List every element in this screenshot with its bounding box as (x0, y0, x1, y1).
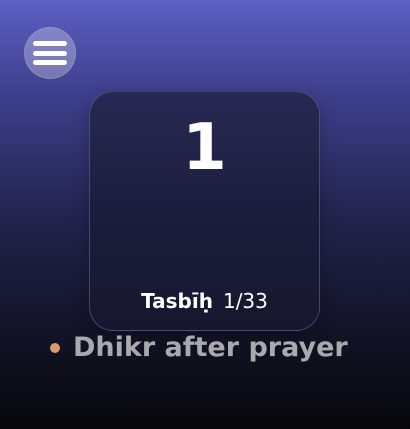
progress-count: 1/33 (222, 289, 268, 313)
subtitle-text: Dhikr after prayer (73, 332, 348, 363)
count-value: 1 (182, 111, 227, 185)
bullet-dot (50, 343, 60, 353)
dhikr-name: Tasbīḥ (141, 289, 213, 313)
menu-button[interactable] (24, 27, 76, 79)
counter-card[interactable]: 1 Tasbīḥ 1/33 (89, 91, 320, 331)
card-footer: Tasbīḥ 1/33 (90, 289, 319, 313)
subtitle-row: Dhikr after prayer (50, 331, 348, 365)
hamburger-menu-icon (33, 41, 67, 65)
